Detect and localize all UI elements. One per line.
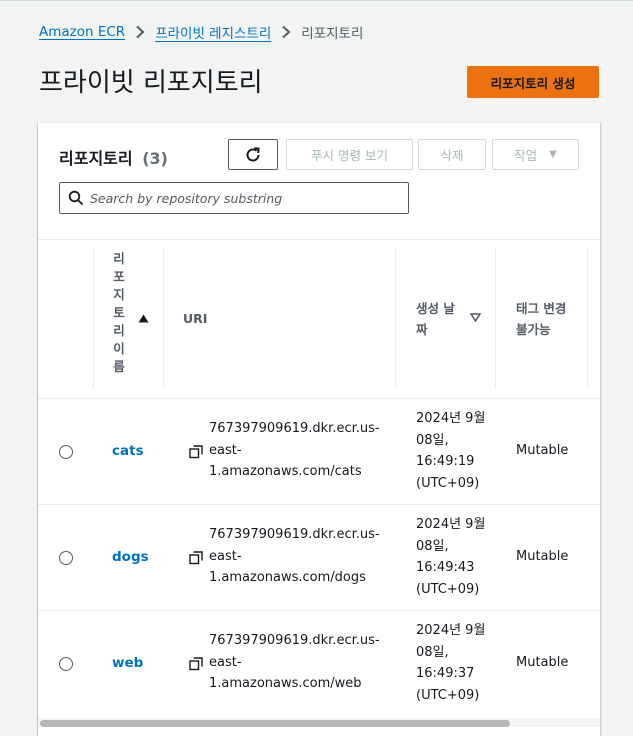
sort-ascending-icon[interactable] (138, 314, 149, 323)
horizontal-scrollbar-thumb[interactable] (40, 720, 510, 727)
copy-icon[interactable] (189, 445, 203, 459)
view-push-commands-button[interactable]: 푸시 명령 보기 (286, 139, 413, 170)
column-separator (495, 249, 496, 389)
breadcrumb: Amazon ECR 프라이빗 레지스트리 리포지토리 (39, 22, 363, 42)
delete-button[interactable]: 삭제 (418, 139, 486, 170)
column-header-uri[interactable]: URI (183, 311, 207, 326)
breadcrumb-repositories: 리포지토리 (301, 26, 364, 42)
actions-label: 작업 (514, 148, 538, 163)
panel-title-text: 리포지토리 (59, 149, 133, 168)
search-input[interactable] (90, 187, 400, 209)
repository-count: (3) (142, 149, 168, 168)
repository-uri: 767397909619.dkr.ecr.us-east-1.amazonaws… (209, 633, 380, 691)
refresh-icon (246, 146, 260, 161)
tag-immutability-value: Mutable (516, 655, 569, 670)
row-divider (38, 398, 600, 399)
top-divider (0, 0, 633, 1)
page-title: 프라이빗 리포지토리 (39, 68, 263, 98)
breadcrumb-private-registry[interactable]: 프라이빗 레지스트리 (155, 22, 271, 42)
repository-name-link[interactable]: web (112, 655, 143, 671)
copy-icon[interactable] (189, 551, 203, 565)
created-at: 2024년 9월 08일, 16:49:37 (UTC+09) (416, 623, 486, 703)
search-icon (68, 190, 84, 206)
actions-dropdown[interactable]: 작업 ▼ (492, 139, 579, 170)
tag-immutability-value: Mutable (516, 443, 569, 458)
breadcrumb-amazon-ecr[interactable]: Amazon ECR (39, 24, 125, 40)
column-header-tag-immutability[interactable]: 태그 변경 불가능 (516, 298, 578, 340)
copy-icon[interactable] (189, 657, 203, 671)
column-header-created[interactable]: 생성 날짜 (416, 298, 460, 340)
repository-uri: 767397909619.dkr.ecr.us-east-1.amazonaws… (209, 421, 380, 479)
repository-name-link[interactable]: dogs (112, 549, 149, 565)
sort-descending-icon[interactable] (470, 313, 481, 322)
repository-uri: 767397909619.dkr.ecr.us-east-1.amazonaws… (209, 527, 380, 585)
tag-immutability-value: Mutable (516, 549, 569, 564)
created-at: 2024년 9월 08일, 16:49:19 (UTC+09) (416, 411, 486, 491)
column-separator (587, 249, 588, 389)
column-separator (395, 249, 396, 389)
column-separator (163, 249, 164, 389)
chevron-right-icon (271, 24, 301, 40)
row-select-radio[interactable] (59, 445, 73, 459)
column-separator (93, 249, 94, 389)
row-divider (38, 610, 600, 611)
panel-title: 리포지토리 (3) (59, 145, 168, 169)
row-select-radio[interactable] (59, 657, 73, 671)
column-header-name[interactable]: 리포지토리이름 (112, 250, 126, 376)
search-box (59, 182, 409, 214)
row-divider (38, 504, 600, 505)
repositories-panel: 리포지토리 (3) 푸시 명령 보기 삭제 작업 ▼ 리포지토리이름 URI 생… (38, 122, 600, 736)
create-repository-button[interactable]: 리포지토리 생성 (467, 66, 599, 98)
refresh-button[interactable] (228, 139, 278, 170)
created-at: 2024년 9월 08일, 16:49:43 (UTC+09) (416, 517, 486, 597)
table-divider (38, 239, 600, 240)
row-select-radio[interactable] (59, 551, 73, 565)
repository-name-link[interactable]: cats (112, 443, 144, 459)
caret-down-icon: ▼ (549, 149, 557, 160)
chevron-right-icon (125, 24, 155, 40)
